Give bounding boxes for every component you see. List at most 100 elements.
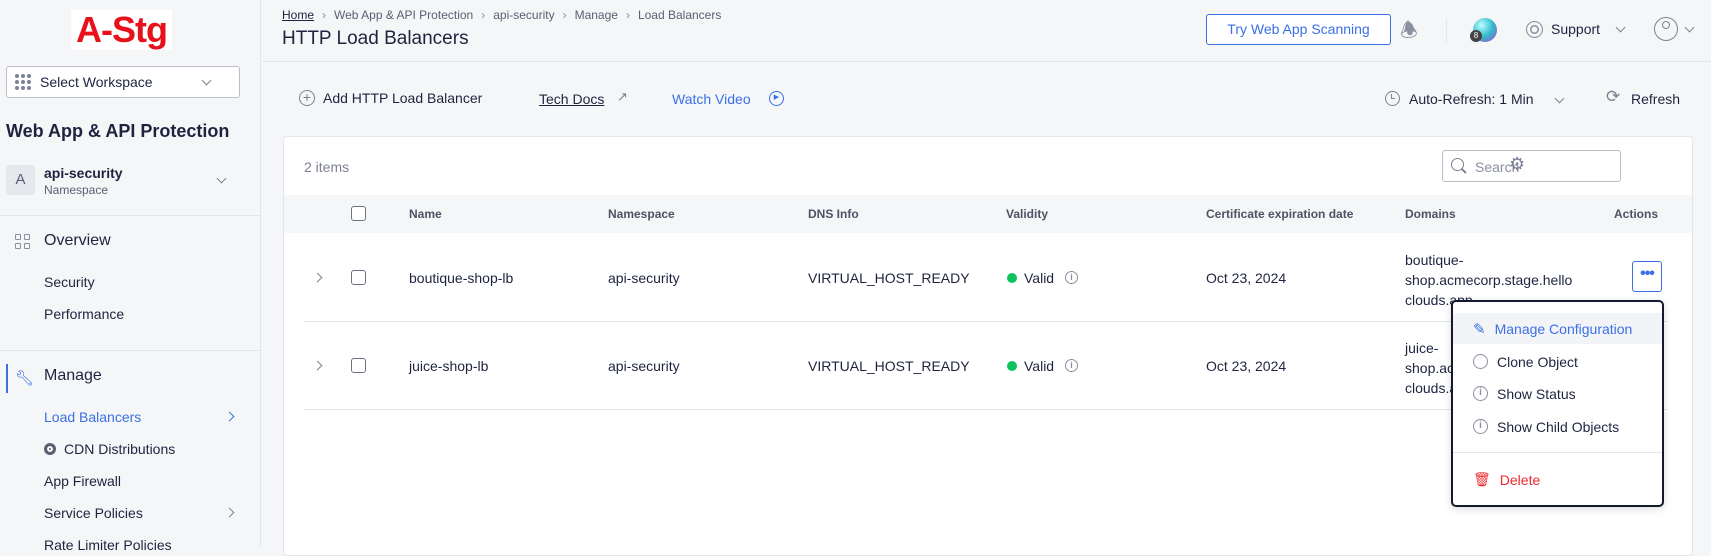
divider	[1446, 18, 1447, 42]
select-all-checkbox[interactable]	[351, 206, 366, 221]
row-validity: Valid	[1024, 358, 1055, 374]
column-dns-info[interactable]: DNS Info	[808, 195, 859, 233]
menu-item-label: Clone Object	[1497, 353, 1578, 370]
menu-divider	[1453, 452, 1662, 453]
breadcrumb-item: Web App & API Protection	[334, 8, 474, 22]
chevron-right-icon	[224, 411, 235, 422]
grid-icon	[15, 74, 31, 90]
column-cert-expiration[interactable]: Certificate expiration date	[1206, 195, 1353, 233]
column-namespace[interactable]: Namespace	[608, 195, 675, 233]
info-icon[interactable]: i	[1065, 271, 1078, 284]
nav-cdn-distributions[interactable]: CDN Distributions	[64, 441, 175, 457]
menu-show-status[interactable]: i Show Status	[1453, 378, 1662, 409]
try-web-app-scanning-button[interactable]: Try Web App Scanning	[1206, 14, 1391, 45]
expand-row-icon[interactable]	[312, 360, 323, 371]
row-checkbox[interactable]	[351, 270, 366, 285]
breadcrumb-item: api-security	[493, 8, 555, 22]
info-icon: i	[1473, 386, 1488, 401]
row-validity: Valid	[1024, 270, 1055, 286]
nav-rate-limiter-policies[interactable]: Rate Limiter Policies	[44, 537, 172, 553]
row-dns-info[interactable]: VIRTUAL_HOST_READY	[808, 358, 970, 374]
nav-overview[interactable]: Overview	[44, 232, 111, 250]
nav-app-firewall[interactable]: App Firewall	[44, 473, 121, 489]
menu-show-child-objects[interactable]: i Show Child Objects	[1453, 411, 1662, 442]
support-menu[interactable]: Support	[1551, 21, 1600, 37]
page-title: HTTP Load Balancers	[282, 28, 469, 49]
tenant-avatar[interactable]: 8	[1470, 18, 1497, 42]
pencil-icon: ✎	[1473, 320, 1486, 338]
environment-logo: A-Stg	[71, 10, 172, 50]
namespace-name: api-security	[44, 165, 123, 181]
info-icon: i	[1473, 419, 1488, 434]
chevron-down-icon	[201, 75, 212, 86]
add-http-load-balancer-button[interactable]: Add HTTP Load Balancer	[323, 90, 482, 106]
row-checkbox[interactable]	[351, 358, 366, 373]
column-name[interactable]: Name	[409, 195, 442, 233]
user-icon[interactable]	[1654, 17, 1678, 41]
column-actions: Actions	[1614, 207, 1659, 221]
cdn-icon	[44, 443, 56, 455]
menu-item-label: Delete	[1499, 471, 1541, 488]
row-name[interactable]: juice-shop-lb	[409, 358, 488, 374]
overview-grid-icon	[15, 234, 30, 249]
breadcrumb: Home › Web App & API Protection › api-secu…	[282, 8, 722, 22]
menu-manage-configuration[interactable]: ✎ Manage Configuration	[1453, 313, 1662, 344]
auto-refresh-select[interactable]: Auto-Refresh: 1 Min	[1409, 91, 1534, 107]
valid-status-dot	[1007, 273, 1017, 283]
chevron-down-icon	[1684, 22, 1695, 33]
active-section-indicator	[6, 364, 8, 393]
menu-item-label: Manage Configuration	[1494, 320, 1633, 337]
row-cert-expiration: Oct 23, 2024	[1206, 270, 1287, 286]
play-icon: ▶	[769, 91, 784, 106]
row-namespace: api-security	[608, 358, 680, 374]
row-cert-expiration: Oct 23, 2024	[1206, 358, 1287, 374]
breadcrumb-item: Load Balancers	[637, 8, 722, 22]
search-input[interactable]: Search	[1442, 150, 1621, 182]
divider	[0, 215, 261, 216]
chevron-down-icon	[216, 173, 227, 184]
wrench-icon: 🔧︎	[15, 370, 35, 387]
nav-load-balancers[interactable]: Load Balancers	[44, 409, 141, 425]
nav-service-policies[interactable]: Service Policies	[44, 505, 143, 521]
watch-video-link[interactable]: Watch Video	[672, 91, 751, 107]
column-domains[interactable]: Domains	[1405, 195, 1456, 233]
gear-icon[interactable]: ⚙︎	[1509, 154, 1525, 175]
nav-performance[interactable]: Performance	[44, 306, 124, 322]
namespace-label: Namespace	[44, 183, 109, 197]
item-count: 2 items	[304, 159, 350, 175]
chevron-down-icon	[1554, 93, 1565, 104]
menu-item-label: Show Child Objects	[1497, 418, 1620, 435]
breadcrumb-home[interactable]: Home	[282, 8, 314, 22]
refresh-button[interactable]: Refresh	[1631, 91, 1680, 107]
menu-clone-object[interactable]: Clone Object	[1453, 346, 1662, 377]
valid-status-dot	[1007, 361, 1017, 371]
support-icon	[1526, 21, 1543, 38]
sidebar: A-Stg Select Workspace Web App & API Pro…	[0, 0, 261, 553]
refresh-icon: ⟳	[1606, 87, 1621, 106]
app-title: Web App & API Protection	[6, 121, 230, 141]
domain-line: juice-	[1405, 340, 1439, 356]
row-dns-info[interactable]: VIRTUAL_HOST_READY	[808, 270, 970, 286]
menu-item-label: Show Status	[1497, 385, 1576, 402]
workspace-select[interactable]: Select Workspace	[6, 66, 240, 98]
breadcrumb-item: Manage	[574, 8, 618, 22]
namespace-avatar: A	[6, 165, 35, 195]
tech-docs-link[interactable]: Tech Docs	[539, 91, 604, 107]
trash-icon: 🗑︎	[1473, 471, 1491, 487]
avatar-badge: 8	[1470, 30, 1482, 42]
column-validity[interactable]: Validity	[1006, 195, 1048, 233]
expand-row-icon[interactable]	[312, 272, 323, 283]
menu-delete[interactable]: 🗑︎ Delete	[1453, 464, 1662, 495]
clone-icon	[1473, 354, 1488, 369]
bell-icon[interactable]: 🕭︎	[1400, 16, 1418, 50]
info-icon[interactable]: i	[1065, 359, 1078, 372]
external-link-icon: ↗	[617, 89, 628, 104]
nav-security[interactable]: Security	[44, 274, 95, 290]
row-actions-button[interactable]: •••	[1632, 261, 1662, 292]
page-header: Home › Web App & API Protection › api-secu…	[262, 0, 1711, 62]
nav-manage[interactable]: Manage	[44, 367, 102, 385]
namespace-selector[interactable]: A api-security Namespace	[6, 165, 246, 197]
chevron-down-icon	[1615, 22, 1626, 33]
row-name[interactable]: boutique-shop-lb	[409, 270, 513, 286]
workspace-select-label: Select Workspace	[40, 74, 153, 90]
